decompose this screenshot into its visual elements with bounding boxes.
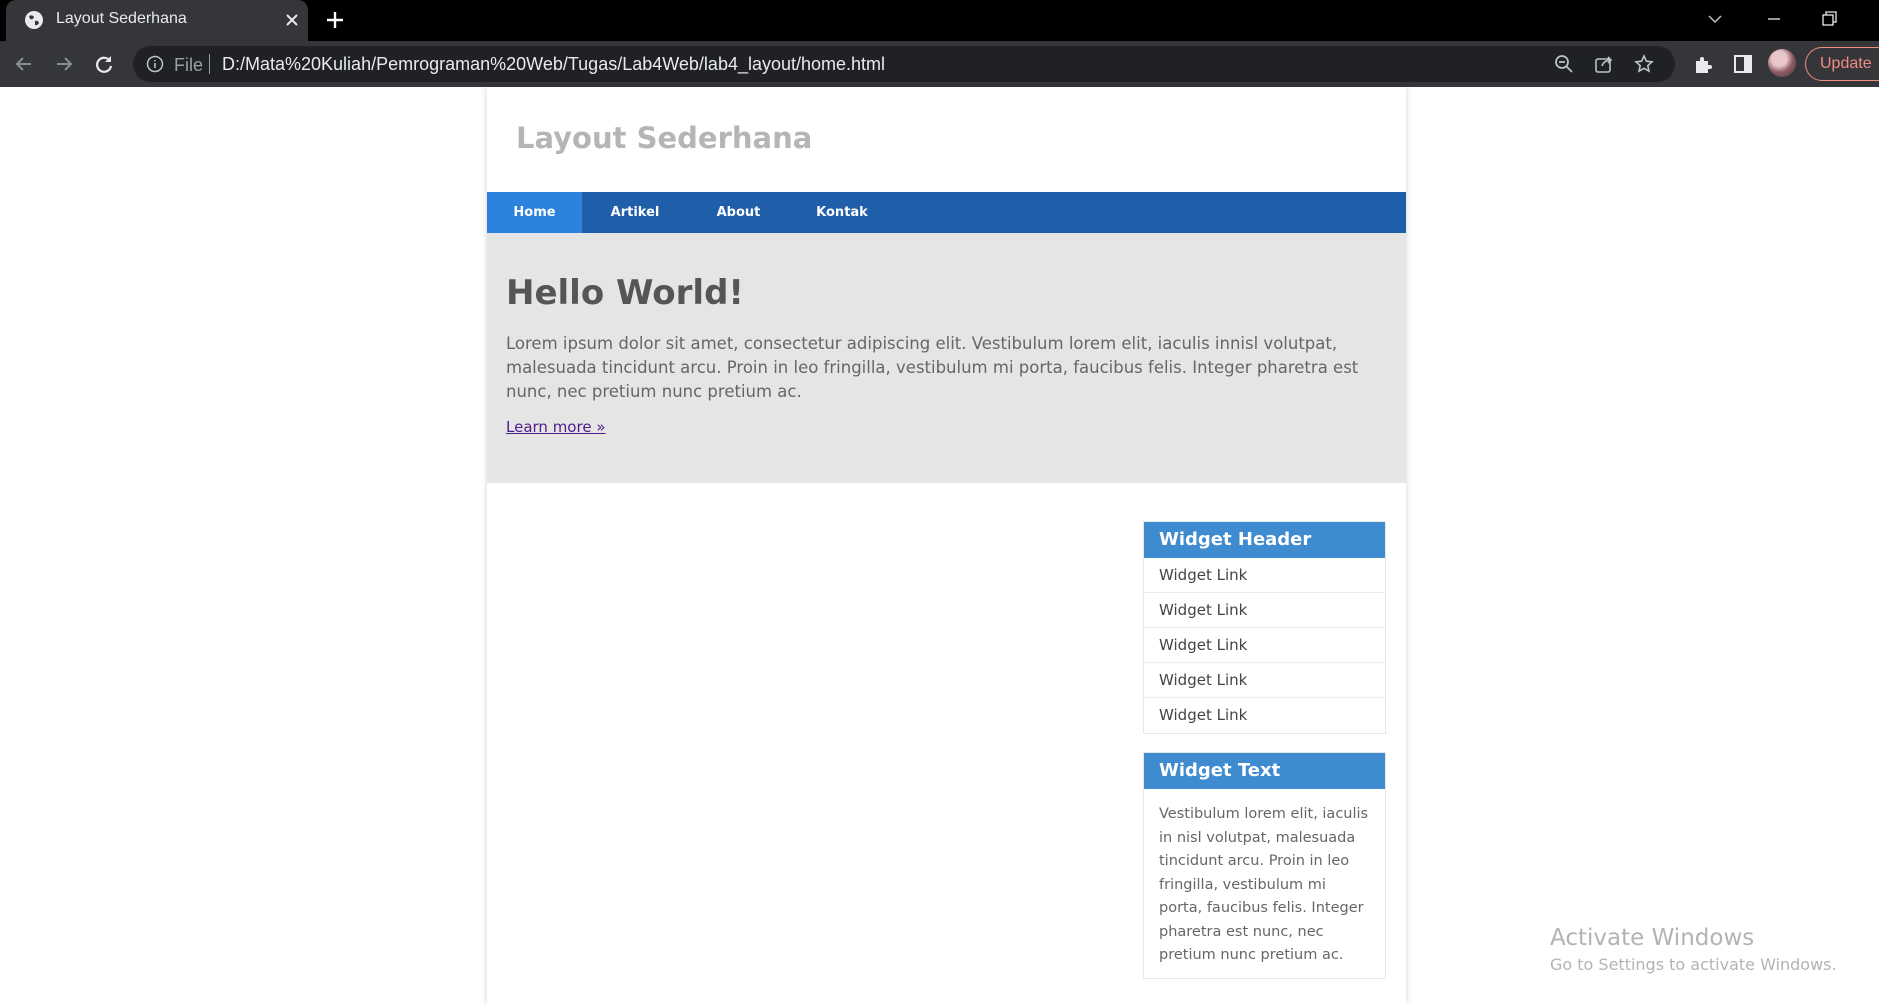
share-icon[interactable] (1593, 53, 1615, 75)
minimize-icon[interactable] (1759, 4, 1789, 34)
extensions-icon[interactable] (1691, 52, 1715, 76)
avatar[interactable] (1768, 49, 1796, 77)
widget-header: Widget Header (1144, 522, 1385, 558)
browser-titlebar: Layout Sederhana (0, 0, 1879, 41)
hero-section: Hello World! Lorem ipsum dolor sit amet,… (487, 233, 1406, 483)
side-panel-icon[interactable] (1731, 52, 1755, 76)
widget-link[interactable]: Widget Link (1144, 663, 1385, 698)
nav-about[interactable]: About (688, 192, 789, 233)
widget-links: Widget Header Widget Link Widget Link Wi… (1143, 521, 1386, 734)
tab-title: Layout Sederhana (56, 10, 187, 27)
main-navbar: Home Artikel About Kontak (487, 192, 1406, 233)
address-bar[interactable]: File D:/Mata%20Kuliah/Pemrograman%20Web/… (133, 46, 1675, 82)
widget-text-body: Vestibulum lorem elit, iaculis in nisl v… (1159, 806, 1369, 963)
widget-link[interactable]: Widget Link (1144, 593, 1385, 628)
activate-title: Activate Windows (1550, 925, 1755, 951)
nav-kontak[interactable]: Kontak (789, 192, 895, 233)
activate-windows-watermark: Activate Windows Go to Settings to activ… (1550, 925, 1837, 974)
widget-text: Widget Text Vestibulum lorem elit, iacul… (1143, 752, 1386, 979)
learn-more-link[interactable]: Learn more » (506, 418, 606, 436)
nav-home[interactable]: Home (487, 192, 582, 233)
info-icon[interactable] (146, 55, 164, 73)
site-title: Layout Sederhana (516, 121, 813, 155)
browser-tab[interactable]: Layout Sederhana (6, 0, 308, 41)
back-arrow-icon[interactable] (10, 50, 38, 78)
star-icon[interactable] (1633, 53, 1655, 75)
browser-toolbar: File D:/Mata%20Kuliah/Pemrograman%20Web/… (0, 41, 1879, 87)
widget-link-list: Widget Link Widget Link Widget Link Widg… (1144, 558, 1385, 733)
page-viewport: Layout Sederhana Home Artikel About Kont… (0, 87, 1879, 1004)
globe-icon (25, 11, 43, 29)
page-container: Layout Sederhana Home Artikel About Kont… (487, 87, 1406, 1004)
plus-icon[interactable] (321, 6, 349, 34)
chevron-down-icon[interactable] (1700, 4, 1730, 34)
reload-icon[interactable] (90, 50, 118, 78)
activate-subtitle: Go to Settings to activate Windows. (1550, 955, 1837, 974)
widget-link[interactable]: Widget Link (1144, 698, 1385, 733)
hero-title: Hello World! (506, 273, 744, 313)
restore-icon[interactable] (1814, 4, 1844, 34)
widget-link[interactable]: Widget Link (1144, 628, 1385, 663)
forward-arrow-icon[interactable] (50, 50, 78, 78)
url-text[interactable]: D:/Mata%20Kuliah/Pemrograman%20Web/Tugas… (222, 54, 885, 75)
widget-link[interactable]: Widget Link (1144, 558, 1385, 593)
hero-text: Lorem ipsum dolor sit amet, consectetur … (506, 334, 1359, 401)
close-icon[interactable] (280, 8, 304, 32)
update-button[interactable]: Update (1805, 47, 1879, 81)
zoom-out-icon[interactable] (1553, 53, 1575, 75)
widget-text-header: Widget Text (1144, 753, 1385, 789)
url-divider (209, 54, 210, 74)
scheme-label: File (174, 55, 204, 75)
nav-artikel[interactable]: Artikel (582, 192, 688, 233)
